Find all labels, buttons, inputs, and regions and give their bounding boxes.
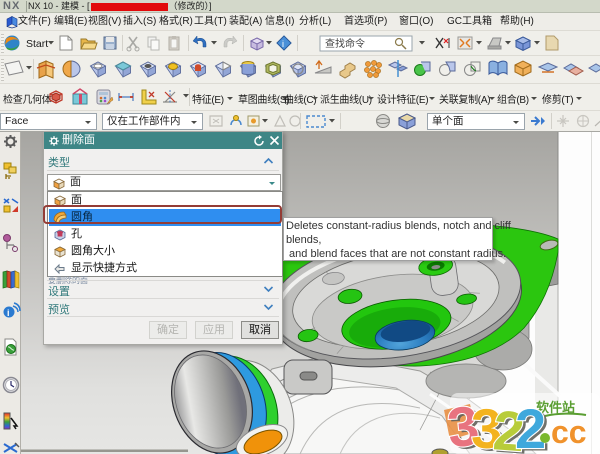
svg-text:i: i xyxy=(7,308,10,318)
svg-text:查找命令: 查找命令 xyxy=(325,37,365,50)
svg-text:i: i xyxy=(282,39,284,49)
svg-text:cc: cc xyxy=(551,414,587,450)
svg-text:Start: Start xyxy=(26,38,48,50)
svg-text:2: 2 xyxy=(515,397,546,454)
